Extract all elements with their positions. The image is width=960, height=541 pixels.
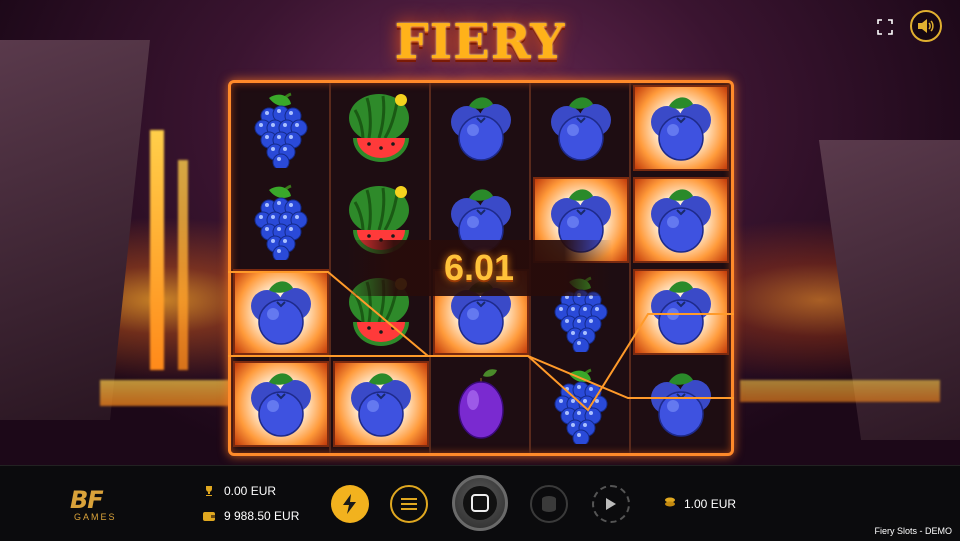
reel-symbol-plum	[433, 361, 529, 447]
lava-fall-left-2	[178, 160, 188, 370]
coin-stack-icon	[542, 496, 556, 512]
spin-button[interactable]	[452, 475, 508, 531]
autoplay-button[interactable]	[592, 485, 630, 523]
reel-symbol-grapes	[233, 177, 329, 263]
game-title: FIERY SLOTS	[387, 14, 572, 134]
reel-symbol-blueberry-fire	[233, 269, 329, 355]
left-rock	[0, 40, 150, 420]
reel-symbol-blueberry-fire	[633, 177, 729, 263]
balance-value: 9 988.50 EUR	[224, 509, 300, 523]
fullscreen-icon	[877, 19, 893, 35]
reel-symbol-blueberry-fire	[233, 361, 329, 447]
sound-button[interactable]	[910, 10, 942, 42]
wallet-icon	[202, 509, 216, 523]
logo-subtext: GAMES	[74, 512, 117, 522]
menu-button[interactable]	[390, 485, 428, 523]
lava-pool-right	[740, 380, 940, 402]
reel-symbol-blueberry	[633, 361, 729, 447]
reel-symbol-blueberry	[533, 85, 629, 171]
speaker-icon	[918, 19, 934, 33]
trophy-icon	[202, 484, 216, 498]
bet-value: 1.00 EUR	[684, 496, 737, 511]
win-banner: 6.01	[346, 240, 612, 296]
bet-display: 1.00 EUR	[664, 496, 736, 511]
coin-icon	[664, 496, 676, 511]
reel-separator	[629, 83, 631, 453]
win-value: 0.00 EUR	[224, 484, 277, 498]
bf-games-logo: BF GAMES	[70, 488, 134, 524]
win-amount: 6.01	[443, 247, 515, 288]
reel-symbol-blueberry-fire	[633, 85, 729, 171]
reel-symbol-blueberry-fire	[633, 269, 729, 355]
reel-symbol-watermelon	[333, 85, 429, 171]
spin-icon	[463, 486, 497, 520]
reel-symbol-blueberry	[433, 85, 529, 171]
reel-symbol-grapes	[233, 85, 329, 171]
hamburger-icon	[401, 498, 417, 510]
footer-title: Fiery Slots - DEMO	[874, 526, 952, 536]
reel-separator	[329, 83, 331, 453]
lava-fall-left	[150, 130, 164, 370]
fullscreen-button[interactable]	[872, 14, 898, 40]
play-icon	[606, 498, 616, 510]
stake-button[interactable]	[530, 485, 568, 523]
lightning-icon	[343, 494, 356, 514]
balance-display: 9 988.50 EUR	[202, 509, 299, 523]
logo-mark: BF	[70, 486, 104, 514]
reel-symbol-blueberry-fire	[333, 361, 429, 447]
turbo-button[interactable]	[331, 485, 369, 523]
reel-symbol-grapes	[533, 361, 629, 447]
win-display: 0.00 EUR	[202, 484, 276, 498]
